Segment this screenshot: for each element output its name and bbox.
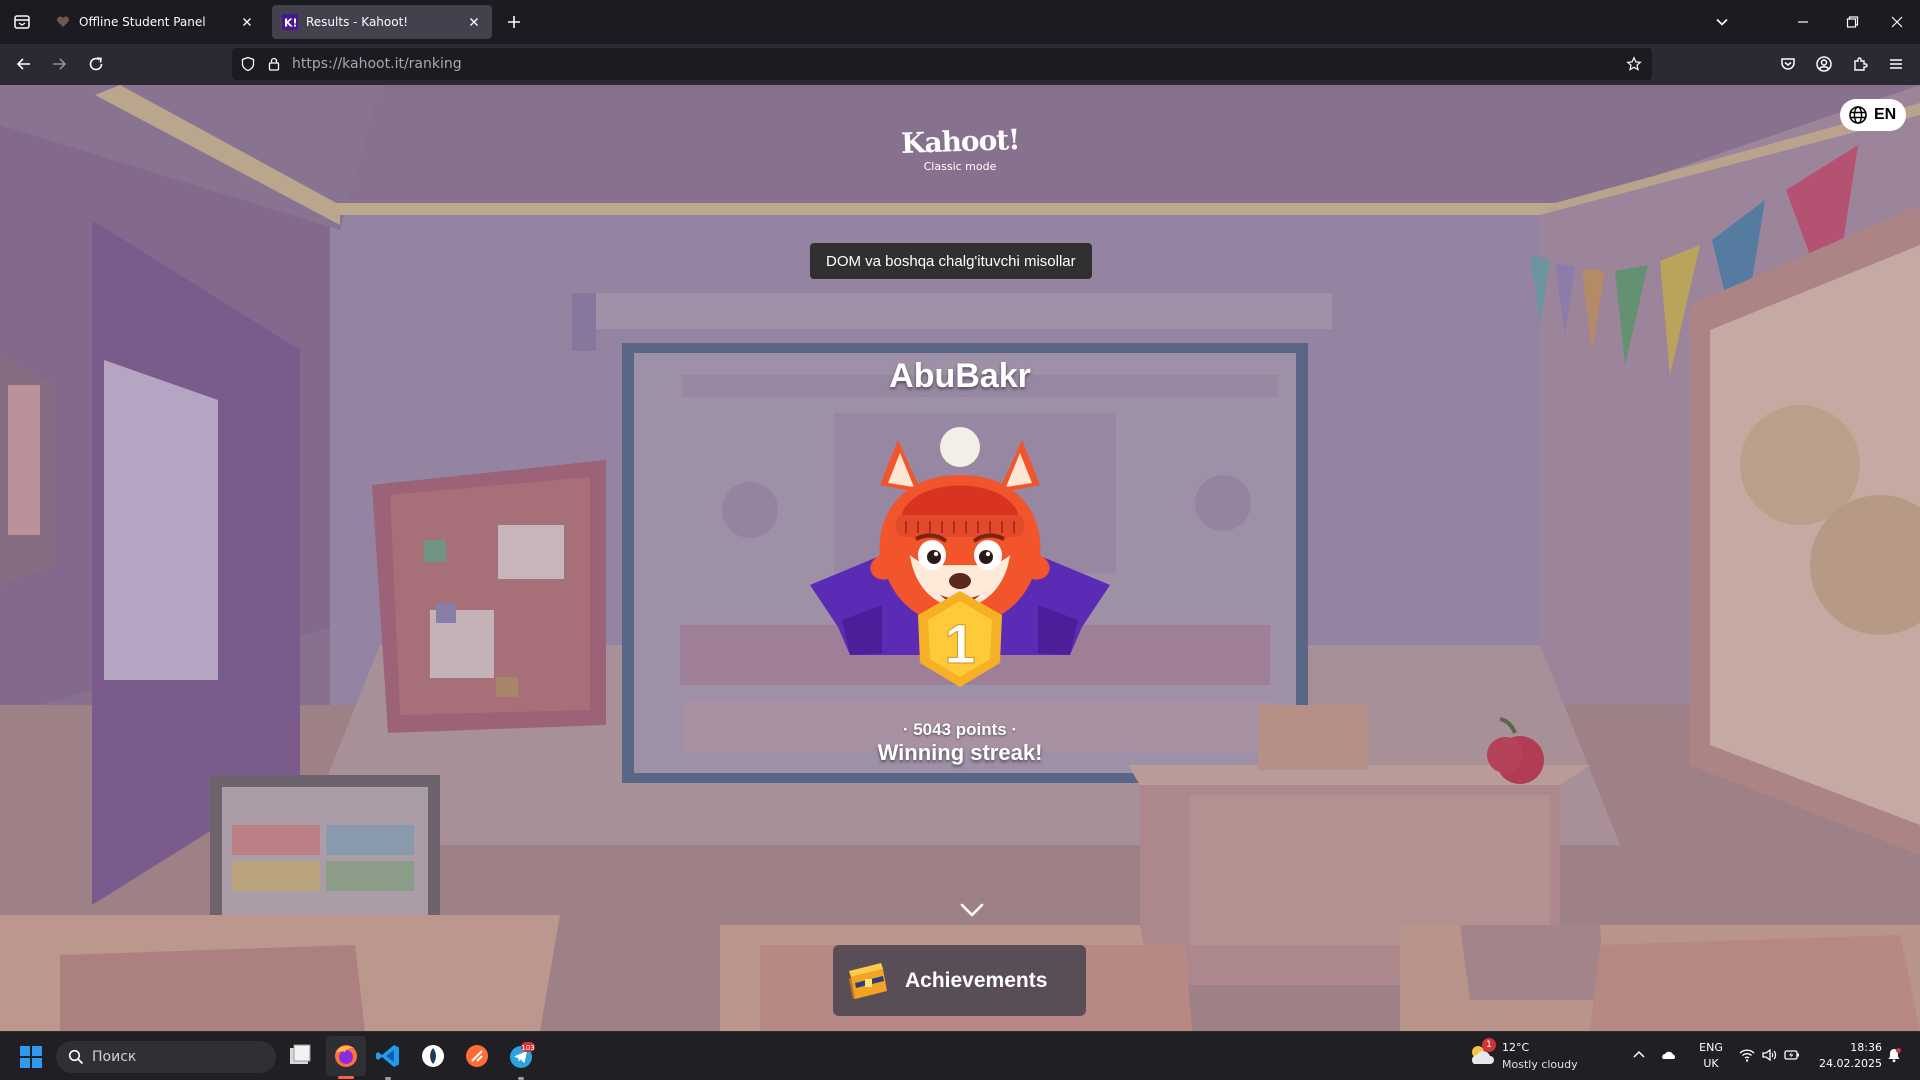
url-text: https://kahoot.it/ranking bbox=[292, 56, 462, 72]
game-mode-label: Classic mode bbox=[923, 160, 997, 173]
input-language-indicator[interactable]: ENG UK bbox=[1696, 1040, 1726, 1072]
show-hidden-icons-chevron-icon[interactable] bbox=[1630, 1046, 1648, 1064]
firefox-active-indicator bbox=[338, 1076, 354, 1079]
fox-avatar-with-gold-medal: 1 bbox=[810, 427, 1110, 687]
treasure-chest-icon bbox=[849, 962, 887, 999]
tab-results-kahoot[interactable]: K! Results - Kahoot! bbox=[272, 5, 492, 39]
minimize-window-icon[interactable] bbox=[1793, 12, 1813, 32]
weather-temperature: 12°C bbox=[1502, 1041, 1530, 1054]
onedrive-cloud-icon[interactable] bbox=[1660, 1046, 1678, 1064]
clock-time: 18:36 bbox=[1850, 1041, 1882, 1054]
system-clock[interactable]: 18:36 24.02.2025 bbox=[1812, 1040, 1882, 1072]
extensions-puzzle-icon[interactable] bbox=[1850, 54, 1870, 74]
player-nickname: AbuBakr bbox=[889, 357, 1031, 395]
quiz-title-badge: DOM va boshqa chalg'ituvchi misollar bbox=[810, 243, 1092, 279]
postman-icon[interactable] bbox=[463, 1042, 491, 1070]
achievements-button[interactable]: Achievements bbox=[833, 945, 1086, 1016]
back-arrow-icon[interactable] bbox=[14, 54, 34, 74]
vscode-icon[interactable] bbox=[374, 1042, 402, 1070]
search-placeholder: Поиск bbox=[92, 1049, 137, 1065]
input-language-region: UK bbox=[1703, 1057, 1719, 1070]
weather-alert-badge: 1 bbox=[1482, 1038, 1496, 1052]
file-explorer-icon[interactable] bbox=[286, 1042, 314, 1070]
git-client-icon[interactable] bbox=[419, 1042, 447, 1070]
tab-list-icon[interactable] bbox=[8, 8, 36, 36]
globe-icon bbox=[1849, 106, 1867, 124]
forward-arrow-icon[interactable] bbox=[49, 54, 69, 74]
notification-bell-icon[interactable] bbox=[1886, 1047, 1902, 1063]
telegram-icon[interactable]: 103 bbox=[507, 1042, 535, 1070]
pocket-icon[interactable] bbox=[1778, 54, 1798, 74]
tab-title: Results - Kahoot! bbox=[306, 15, 409, 29]
tab-title: Offline Student Panel bbox=[79, 15, 206, 29]
reload-icon[interactable] bbox=[86, 54, 106, 74]
heart-favicon-icon bbox=[56, 16, 70, 27]
kahoot-wordmark: Kahoot! bbox=[900, 122, 1020, 161]
browser-navigation-bar: https://kahoot.it/ranking bbox=[0, 44, 1920, 85]
input-language-code: ENG bbox=[1699, 1041, 1723, 1054]
tab-offline-student-panel[interactable]: Offline Student Panel bbox=[45, 5, 265, 39]
achievements-label: Achievements bbox=[905, 968, 1048, 992]
scroll-down-chevron-icon[interactable] bbox=[958, 900, 986, 920]
clock-date: 24.02.2025 bbox=[1819, 1057, 1882, 1070]
windows-start-icon[interactable] bbox=[20, 1046, 42, 1068]
language-selector-button[interactable]: EN bbox=[1840, 99, 1907, 131]
bookmark-star-icon[interactable] bbox=[1626, 56, 1642, 72]
menu-hamburger-icon[interactable] bbox=[1886, 54, 1906, 74]
battery-charging-icon[interactable] bbox=[1783, 1046, 1801, 1064]
lock-icon[interactable] bbox=[266, 56, 282, 72]
search-icon bbox=[68, 1049, 84, 1065]
kahoot-results-page: Kahoot! Classic mode EN DOM va boshqa ch… bbox=[0, 85, 1920, 1031]
url-host: https://kahoot.it bbox=[292, 56, 404, 72]
svg-text:K!: K! bbox=[284, 17, 298, 30]
weather-widget[interactable]: 1 12°C Mostly cloudy bbox=[1468, 1038, 1598, 1076]
wifi-icon[interactable] bbox=[1738, 1046, 1756, 1064]
taskbar-search-input[interactable]: Поиск bbox=[56, 1041, 276, 1073]
url-path: /ranking bbox=[403, 56, 462, 72]
browser-tab-strip: Offline Student Panel K! Results - Kahoo… bbox=[0, 0, 1920, 44]
rank-number: 1 bbox=[944, 612, 975, 675]
kahoot-logo: Kahoot! Classic mode bbox=[890, 122, 1030, 173]
close-window-icon[interactable] bbox=[1887, 12, 1907, 32]
restore-window-icon[interactable] bbox=[1842, 12, 1862, 32]
close-tab-icon[interactable] bbox=[239, 14, 255, 30]
weather-condition: Mostly cloudy bbox=[1502, 1058, 1578, 1071]
windows-taskbar: Поиск 103 1 12°C Mostly cloudy ENG UK 18… bbox=[0, 1031, 1920, 1080]
telegram-unread-badge: 103 bbox=[521, 1044, 534, 1052]
account-icon[interactable] bbox=[1814, 54, 1834, 74]
address-bar[interactable]: https://kahoot.it/ranking bbox=[232, 48, 1652, 80]
firefox-icon[interactable] bbox=[332, 1042, 360, 1070]
tracking-protection-shield-icon[interactable] bbox=[240, 56, 256, 72]
close-tab-icon[interactable] bbox=[466, 14, 482, 30]
player-points: · 5043 points · bbox=[902, 720, 1018, 739]
kahoot-favicon-icon: K! bbox=[282, 14, 298, 30]
volume-speaker-icon[interactable] bbox=[1760, 1046, 1778, 1064]
list-all-tabs-chevron-icon[interactable] bbox=[1712, 12, 1732, 32]
winning-streak-label: Winning streak! bbox=[877, 740, 1043, 765]
language-code: EN bbox=[1874, 106, 1897, 123]
new-tab-plus-icon[interactable] bbox=[504, 12, 524, 32]
